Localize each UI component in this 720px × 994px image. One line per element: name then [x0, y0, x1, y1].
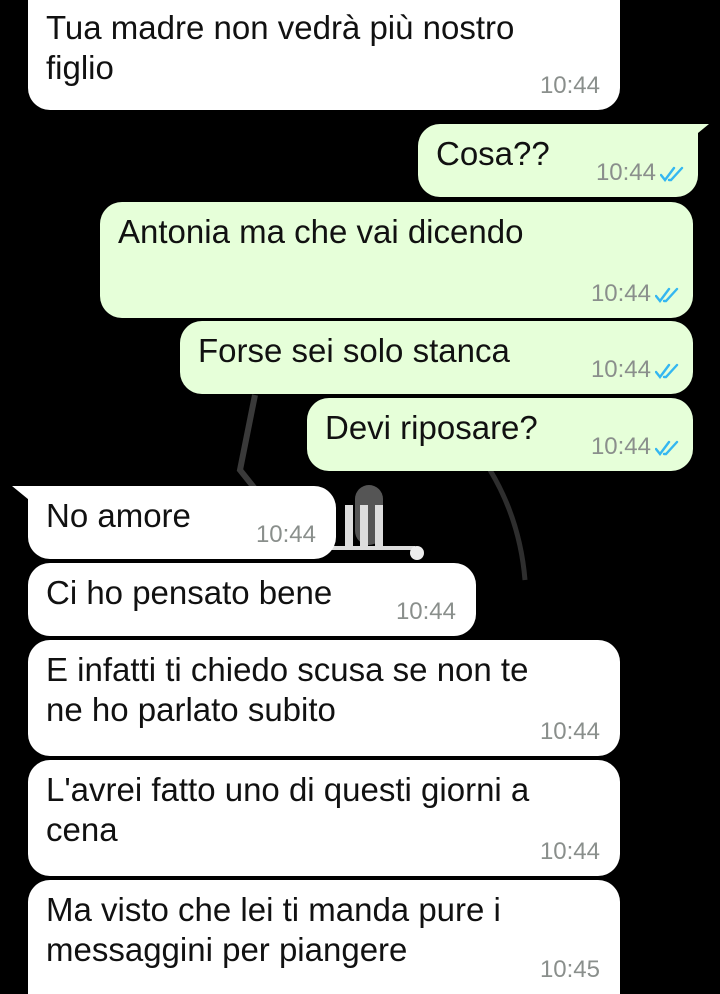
message-text: L'avrei fatto uno di questi giorni a cen… — [46, 771, 530, 848]
message-incoming[interactable]: No amore 10:44 — [28, 486, 336, 559]
message-text: Ma visto che lei ti manda pure i messagg… — [46, 891, 501, 968]
message-incoming[interactable]: Ci ho pensato bene 10:44 — [28, 563, 476, 636]
message-outgoing[interactable]: Devi riposare? 10:44 — [307, 398, 693, 471]
message-time: 10:44 — [539, 72, 600, 99]
message-time: 10:44 — [590, 356, 651, 383]
message-outgoing[interactable]: Forse sei solo stanca 10:44 — [180, 321, 693, 394]
message-incoming[interactable]: E infatti ti chiedo scusa se non te ne h… — [28, 640, 620, 756]
message-time: 10:44 — [590, 280, 651, 307]
message-incoming[interactable]: L'avrei fatto uno di questi giorni a cen… — [28, 760, 620, 876]
message-incoming[interactable]: Ma visto che lei ti manda pure i messagg… — [28, 880, 620, 994]
message-text: Antonia ma che vai dicendo — [118, 213, 524, 250]
message-incoming[interactable]: Tua madre non vedrà più nostro figlio 10… — [28, 0, 620, 110]
message-time: 10:44 — [539, 718, 600, 745]
message-outgoing[interactable]: Cosa?? 10:44 — [418, 124, 698, 197]
message-time: 10:44 — [539, 838, 600, 865]
message-text: Tua madre non vedrà più nostro figlio — [46, 9, 515, 86]
message-time: 10:44 — [590, 433, 651, 460]
read-ticks-icon — [660, 166, 684, 182]
message-text: E infatti ti chiedo scusa se non te ne h… — [46, 651, 529, 728]
message-time: 10:44 — [255, 521, 316, 548]
read-ticks-icon — [655, 287, 679, 303]
message-outgoing[interactable]: Antonia ma che vai dicendo 10:44 — [100, 202, 693, 318]
message-time: 10:44 — [595, 159, 656, 186]
read-ticks-icon — [655, 440, 679, 456]
read-ticks-icon — [655, 363, 679, 379]
message-time: 10:45 — [539, 956, 600, 983]
message-time: 10:44 — [395, 598, 456, 625]
